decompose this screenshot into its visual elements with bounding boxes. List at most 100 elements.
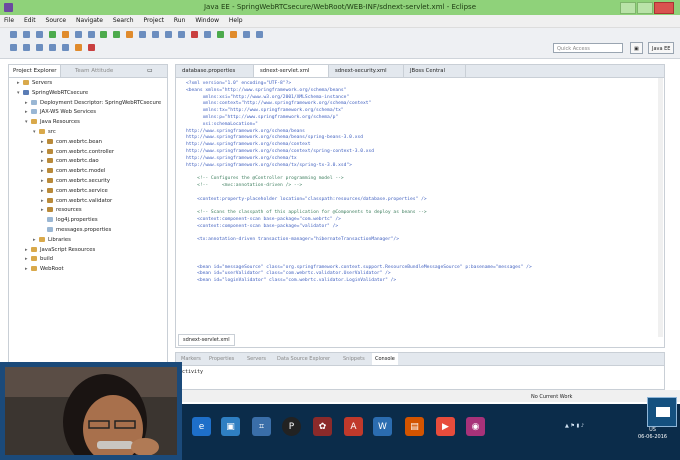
eclipse-taskbar-icon[interactable]: ◉ — [466, 417, 485, 436]
code-line: xsi:schemaLocation=" — [186, 121, 258, 127]
bottom-panel: Markers Properties Servers Data Source E… — [175, 352, 665, 390]
menu-help[interactable]: Help — [225, 15, 247, 26]
debug-icon[interactable] — [100, 31, 108, 38]
tree-item-package[interactable]: ▸ com.webrtc.security — [9, 177, 167, 187]
minimize-icon[interactable]: ▭ — [147, 67, 153, 74]
forward-icon[interactable] — [255, 31, 263, 38]
last-edit-icon[interactable] — [35, 44, 43, 51]
tree-item-package[interactable]: ▸ com.webrtc.bean — [9, 138, 167, 148]
open-perspective-button[interactable]: ▣ — [630, 42, 643, 54]
tab-sdnext-security[interactable]: sdnext-security.xml — [329, 65, 404, 77]
minimize-button[interactable] — [620, 2, 636, 14]
new-class-icon[interactable] — [139, 31, 147, 38]
tree-item-deployment-descriptor[interactable]: ▸ Deployment Descriptor: SpringWebRTCsecu… — [9, 99, 167, 109]
app-seal-icon[interactable]: ✿ — [313, 417, 332, 436]
webservice-icon — [31, 109, 37, 115]
palette-icon[interactable] — [74, 44, 82, 51]
tab-sdnext-servlet[interactable]: sdnext-servlet.xml — [254, 65, 329, 77]
pin-icon[interactable] — [203, 31, 211, 38]
tree-item-servers[interactable]: ▸ Servers — [9, 79, 167, 89]
tree-item-package[interactable]: ▸ com.webrtc.service — [9, 187, 167, 197]
tree-label: com.webrtc.service — [56, 187, 108, 194]
screen-recorder-button[interactable] — [647, 397, 677, 427]
close-button[interactable] — [654, 2, 674, 14]
jboss-icon[interactable] — [87, 44, 95, 51]
tab-properties[interactable]: Properties — [206, 353, 237, 365]
menu-navigate[interactable]: Navigate — [72, 15, 107, 26]
open-type-icon[interactable] — [74, 31, 82, 38]
library-icon — [39, 236, 45, 242]
tree-item-resources[interactable]: ▸ resources — [9, 206, 167, 216]
tree-item-webroot[interactable]: ▸ WebRoot — [9, 265, 167, 275]
file-explorer-icon[interactable]: ▣ — [221, 417, 240, 436]
stop-icon[interactable] — [190, 31, 198, 38]
system-tray[interactable]: ▲ ⚑ ▮ ♪ — [565, 423, 584, 429]
tree-item-java-resources[interactable]: ▾ Java Resources — [9, 118, 167, 128]
tree-label: SpringWebRTCsecure — [32, 89, 89, 96]
tab-data-source-explorer[interactable]: Data Source Explorer — [274, 353, 333, 365]
tree-item-javascript-resources[interactable]: ▸ JavaScript Resources — [9, 246, 167, 256]
web-browser-icon[interactable] — [229, 31, 237, 38]
prev-annotation-icon[interactable] — [22, 44, 30, 51]
source-view-tab[interactable]: sdnext-servlet.xml — [178, 334, 235, 346]
editor-panel: database.properties sdnext-servlet.xml s… — [175, 64, 665, 348]
build-icon[interactable] — [48, 31, 56, 38]
tab-console[interactable]: Console — [372, 353, 398, 365]
new-package-icon[interactable] — [152, 31, 160, 38]
menu-edit[interactable]: Edit — [20, 15, 40, 26]
menu-file[interactable]: File — [0, 15, 18, 26]
tree-item-build[interactable]: ▸ build — [9, 255, 167, 265]
run-icon[interactable] — [113, 31, 121, 38]
tree-item-package[interactable]: ▸ com.webrtc.validator — [9, 197, 167, 207]
tab-database-properties[interactable]: database.properties — [176, 65, 254, 77]
tab-snippets[interactable]: Snippets — [340, 353, 368, 365]
tree-item-project[interactable]: ▾ SpringWebRTCsecure — [9, 89, 167, 99]
properties-file-icon — [47, 217, 53, 223]
word-icon[interactable]: W — [373, 417, 392, 436]
annotation-icon[interactable] — [177, 31, 185, 38]
internet-explorer-icon[interactable]: e — [192, 417, 211, 436]
menu-search[interactable]: Search — [109, 15, 138, 26]
tab-jboss-central[interactable]: JBoss Central — [404, 65, 466, 77]
tab-servers[interactable]: Servers — [244, 353, 269, 365]
pdf-reader-icon[interactable]: A — [344, 417, 363, 436]
menu-source[interactable]: Source — [42, 15, 71, 26]
tree-item-jax-ws[interactable]: ▸ JAX-WS Web Services — [9, 108, 167, 118]
print-icon[interactable] — [35, 31, 43, 38]
code-area[interactable]: <?xml version="1.0" encoding="UTF-8"?> <… — [186, 81, 656, 285]
server-icon[interactable] — [61, 31, 69, 38]
app-p-icon[interactable]: P — [282, 417, 301, 436]
menu-run[interactable]: Run — [170, 15, 190, 26]
tree-item-file[interactable]: messages.properties — [9, 226, 167, 236]
maximize-button[interactable] — [637, 2, 653, 14]
nav-back-icon[interactable] — [48, 44, 56, 51]
next-annotation-icon[interactable] — [10, 44, 17, 51]
tab-project-explorer[interactable]: Project Explorer — [9, 65, 62, 77]
tree-item-package[interactable]: ▸ com.webrtc.model — [9, 167, 167, 177]
tree-item-file[interactable]: log4j.properties — [9, 216, 167, 226]
external-tools-icon[interactable] — [126, 31, 134, 38]
network-icon[interactable]: ⌗ — [252, 417, 271, 436]
menu-window[interactable]: Window — [191, 15, 223, 26]
java-ee-perspective-button[interactable]: Java EE — [648, 42, 675, 54]
search-icon[interactable] — [87, 31, 95, 38]
tree-item-package[interactable]: ▸ com.webrtc.controller — [9, 148, 167, 158]
save-icon[interactable] — [22, 31, 30, 38]
back-icon[interactable] — [242, 31, 250, 38]
quick-access-input[interactable]: Quick Access — [553, 43, 623, 53]
project-explorer-tabs: Project Explorer Team Attitude ▭ — [9, 65, 167, 78]
code-line: <context:component-scan base-package="va… — [186, 223, 339, 229]
editor-scrollbar[interactable] — [658, 78, 663, 337]
media-app-icon[interactable]: ▤ — [405, 417, 424, 436]
menu-project[interactable]: Project — [139, 15, 168, 26]
connect-icon[interactable] — [216, 31, 224, 38]
tree-item-libraries[interactable]: ▸ Libraries — [9, 236, 167, 246]
media-player-icon[interactable]: ▶ — [436, 417, 455, 436]
open-task-icon[interactable] — [165, 31, 173, 38]
tree-item-package[interactable]: ▸ com.webrtc.dao — [9, 157, 167, 167]
nav-forward-icon[interactable] — [61, 44, 69, 51]
new-icon[interactable] — [10, 31, 17, 38]
tab-team-attitude[interactable]: Team Attitude — [71, 65, 117, 77]
tree-item-src[interactable]: ▾ src — [9, 128, 167, 138]
